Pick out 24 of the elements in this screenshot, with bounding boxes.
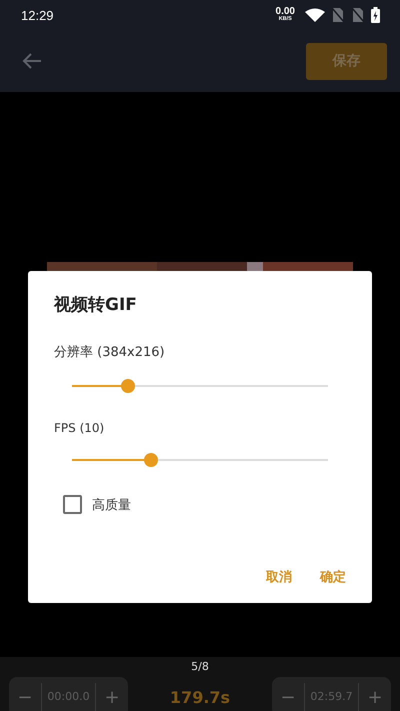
plus-button[interactable]: + xyxy=(358,683,391,711)
time-value: 02:59.7 xyxy=(304,683,359,711)
dialog-button[interactable]: 取消 xyxy=(264,564,294,590)
time-value: 00:00.0 xyxy=(41,683,96,711)
checkbox[interactable] xyxy=(63,495,82,514)
wifi-icon xyxy=(305,8,325,22)
dialog-button[interactable]: 确定 xyxy=(318,564,348,590)
minus-button[interactable]: − xyxy=(272,683,304,711)
duration-text: 179.7s xyxy=(170,688,230,706)
minus-button[interactable]: − xyxy=(9,683,41,711)
slider-thumb[interactable] xyxy=(144,453,158,467)
slider-label: 分辨率 (384x216) xyxy=(54,344,166,361)
page-counter: 5/8 xyxy=(191,659,209,675)
plus-button[interactable]: + xyxy=(96,683,128,711)
checkbox-label: 高质量 xyxy=(92,496,131,514)
slider-label: FPS (10) xyxy=(54,421,106,435)
battery-charging-icon xyxy=(371,7,380,23)
network-speed: 0.00 xyxy=(276,7,295,18)
slider-thumb[interactable] xyxy=(121,379,136,393)
dialog-title: 视频转GIF xyxy=(54,294,138,316)
no-sim-icon xyxy=(351,7,365,23)
status-time: 12:29 xyxy=(21,8,54,22)
no-sim-icon xyxy=(331,7,345,23)
back-arrow-icon xyxy=(22,52,42,70)
